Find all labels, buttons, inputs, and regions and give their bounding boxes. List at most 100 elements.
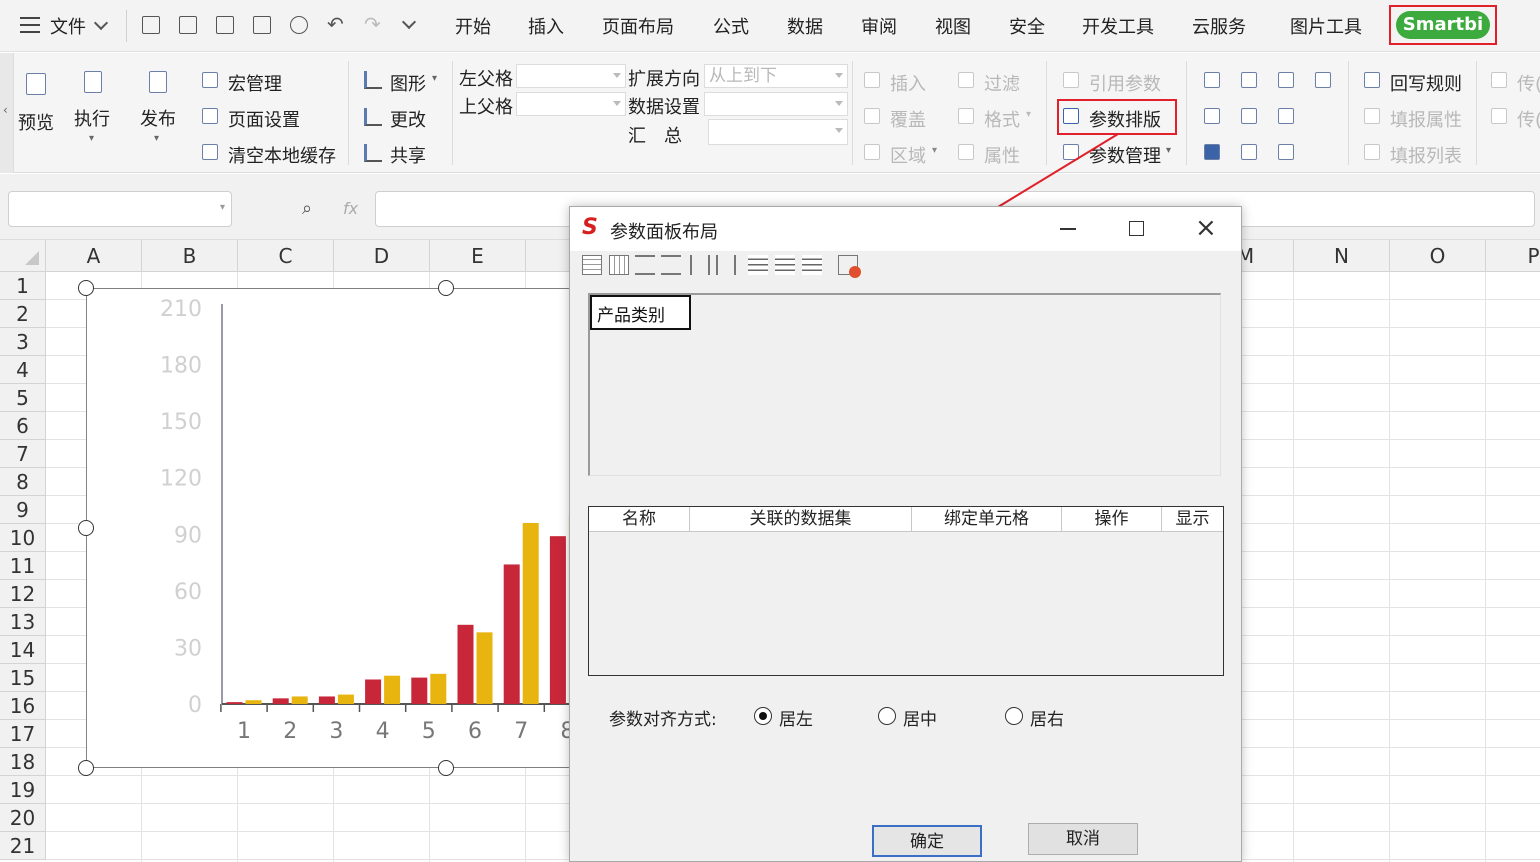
cover-button[interactable]: 覆盖 — [890, 106, 926, 132]
publish-button[interactable]: 发布 — [140, 105, 176, 131]
align-center-icon[interactable] — [775, 255, 795, 275]
tab-view[interactable]: 视图 — [935, 13, 971, 39]
dialog-title-bar[interactable]: S 参数面板布局 × — [570, 207, 1241, 251]
region-dropdown-icon[interactable]: ▾ — [932, 145, 937, 156]
tab-formula[interactable]: 公式 — [713, 13, 749, 39]
execute-dropdown-icon[interactable]: ▾ — [89, 133, 94, 144]
column-header-d[interactable]: D — [334, 240, 430, 272]
tab-smartbi[interactable]: Smartbi — [1396, 11, 1490, 39]
fill-attr-button[interactable]: 填报属性 — [1390, 106, 1462, 132]
print-preview-icon[interactable] — [290, 16, 308, 34]
resize-handle-ml[interactable] — [78, 520, 94, 536]
cancel-button[interactable]: 取消 — [1028, 823, 1138, 855]
widget-icon-4[interactable] — [1315, 72, 1331, 88]
format-dropdown-icon[interactable]: ▾ — [1026, 109, 1031, 120]
widget-icon-9[interactable] — [1241, 144, 1257, 160]
row-header-19[interactable]: 19 — [0, 776, 46, 804]
ribbon-collapse-handle[interactable]: ‹ — [0, 53, 14, 173]
resize-handle-tl[interactable] — [78, 280, 94, 296]
widget-icon-7[interactable] — [1278, 108, 1294, 124]
redo-icon[interactable]: ↷ — [364, 12, 381, 36]
column-header-n[interactable]: N — [1294, 240, 1390, 272]
align-center-label[interactable]: 居中 — [903, 705, 937, 730]
row-header-17[interactable]: 17 — [0, 720, 46, 748]
fx-label[interactable]: fx — [343, 199, 358, 218]
preview-button[interactable]: 预览 — [18, 109, 54, 135]
tab-review[interactable]: 审阅 — [861, 13, 897, 39]
select-all-corner[interactable] — [0, 240, 46, 272]
layout-panel[interactable]: 产品类别 — [588, 293, 1221, 476]
resize-handle-bm[interactable] — [438, 760, 454, 776]
customize-icon[interactable] — [401, 14, 417, 30]
widget-icon-6[interactable] — [1241, 108, 1257, 124]
name-box[interactable]: ▾ — [8, 191, 232, 227]
share-button[interactable]: 共享 — [390, 142, 426, 168]
col-header-dataset[interactable]: 关联的数据集 — [690, 507, 912, 531]
widget-icon-3[interactable] — [1278, 72, 1294, 88]
row-header-15[interactable]: 15 — [0, 664, 46, 692]
insert-button[interactable]: 插入 — [890, 70, 926, 96]
filter-button[interactable]: 过滤 — [984, 70, 1020, 96]
chevron-down-icon[interactable] — [93, 15, 109, 31]
row-header-16[interactable]: 16 — [0, 692, 46, 720]
bar-chart[interactable]: 0 30 60 90 120 150 180 210 1 2 3 4 5 6 7 8 — [85, 287, 606, 769]
zoom-icon[interactable]: ⌕ — [302, 198, 312, 219]
format-button[interactable]: 格式 — [984, 106, 1020, 132]
tab-security[interactable]: 安全 — [1009, 13, 1045, 39]
graph-dropdown-icon[interactable]: ▾ — [432, 73, 437, 84]
execute-icon[interactable] — [84, 71, 102, 93]
tab-data[interactable]: 数据 — [787, 13, 823, 39]
grid-layout-icon[interactable] — [582, 255, 602, 275]
param-manage-dropdown-icon[interactable]: ▾ — [1166, 145, 1171, 156]
table-layout-icon[interactable] — [609, 255, 629, 275]
publish-icon[interactable] — [149, 71, 167, 93]
align-right-radio[interactable] — [1005, 707, 1023, 725]
fill-list-button[interactable]: 填报列表 — [1390, 142, 1462, 168]
align-right-icon[interactable] — [802, 255, 822, 275]
row-header-1[interactable]: 1 — [0, 272, 46, 300]
row-header-9[interactable]: 9 — [0, 496, 46, 524]
column-header-b[interactable]: B — [142, 240, 238, 272]
align-right-label[interactable]: 居右 — [1030, 705, 1064, 730]
widget-icon-10[interactable] — [1278, 144, 1294, 160]
widget-icon-5[interactable] — [1204, 108, 1220, 124]
preview-icon[interactable] — [26, 73, 46, 95]
expand-direction-select[interactable]: 从上到下 — [704, 64, 848, 88]
column-header-a[interactable]: A — [46, 240, 142, 272]
top-parent-select[interactable] — [516, 92, 626, 116]
column-header-o[interactable]: O — [1390, 240, 1486, 272]
row-header-8[interactable]: 8 — [0, 468, 46, 496]
tab-developer[interactable]: 开发工具 — [1082, 13, 1154, 39]
row-header-10[interactable]: 10 — [0, 524, 46, 552]
pass-button-2[interactable]: 传( — [1517, 106, 1540, 132]
tab-cloud[interactable]: 云服务 — [1192, 13, 1246, 39]
resize-handle-tm[interactable] — [438, 280, 454, 296]
graph-button[interactable]: 图形 — [390, 70, 426, 96]
minimize-button[interactable] — [1046, 215, 1090, 243]
row-header-13[interactable]: 13 — [0, 608, 46, 636]
column-header-e[interactable]: E — [430, 240, 526, 272]
file-menu[interactable]: 文件 — [50, 13, 86, 39]
delete-icon[interactable] — [838, 255, 861, 278]
open-icon[interactable] — [142, 16, 160, 34]
pass-button-1[interactable]: 传( — [1517, 70, 1540, 96]
row-header-21[interactable]: 21 — [0, 832, 46, 860]
align-left-icon[interactable] — [748, 255, 768, 275]
align-center-radio[interactable] — [878, 707, 896, 725]
row-header-11[interactable]: 11 — [0, 552, 46, 580]
insert-column-icon[interactable] — [690, 255, 710, 275]
delete-column-icon[interactable] — [716, 255, 736, 275]
region-button[interactable]: 区域 — [890, 142, 926, 168]
param-chip[interactable]: 产品类别 — [590, 295, 691, 330]
row-header-18[interactable]: 18 — [0, 748, 46, 776]
execute-button[interactable]: 执行 — [74, 105, 110, 131]
change-button[interactable]: 更改 — [390, 106, 426, 132]
macro-button[interactable]: 宏管理 — [228, 70, 282, 96]
hamburger-icon[interactable] — [20, 17, 40, 33]
col-header-display[interactable]: 显示 — [1162, 507, 1223, 531]
maximize-button[interactable] — [1114, 215, 1158, 243]
row-header-14[interactable]: 14 — [0, 636, 46, 664]
param-layout-button[interactable]: 参数排版 — [1089, 106, 1161, 132]
tab-picture-tools[interactable]: 图片工具 — [1290, 13, 1362, 39]
align-left-radio[interactable] — [754, 707, 772, 725]
